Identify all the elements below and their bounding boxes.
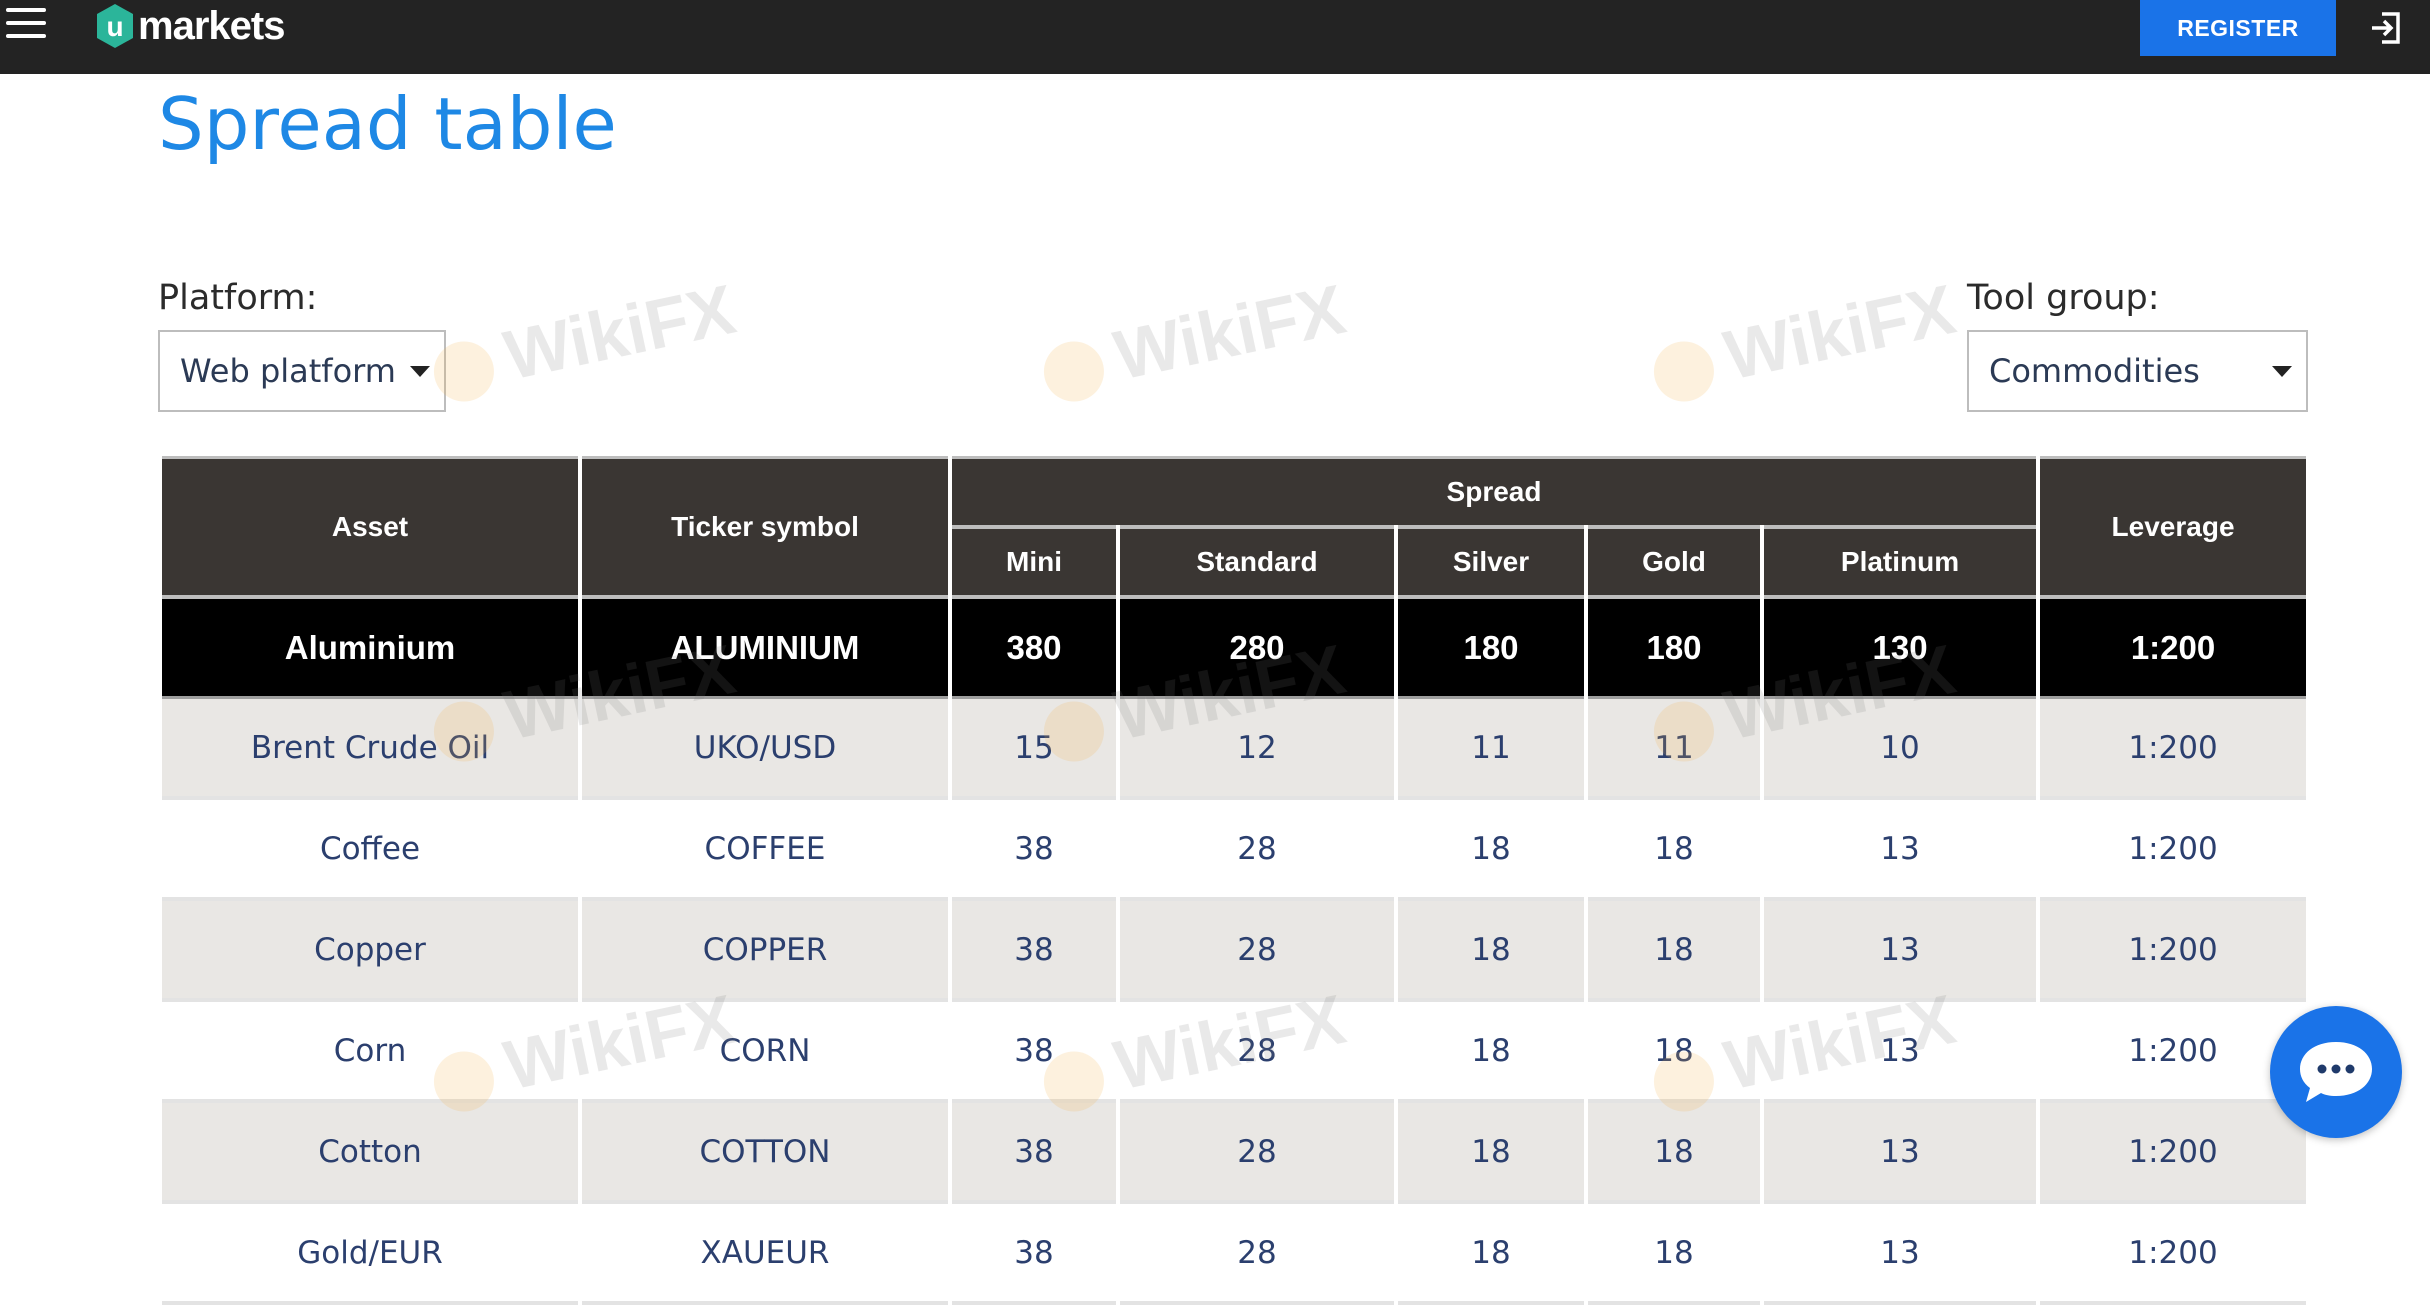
column-header-standard: Standard bbox=[1120, 525, 1394, 599]
cell-silver: 18 bbox=[1398, 800, 1584, 901]
cell-asset: Corn bbox=[162, 1002, 578, 1103]
chat-bubble-icon bbox=[2300, 1042, 2372, 1102]
cell-ticker: COTTON bbox=[582, 1103, 948, 1204]
cell-silver: 180 bbox=[1398, 599, 1584, 699]
cell-leverage: 1:200 bbox=[2040, 699, 2307, 800]
cell-leverage: 1:200 bbox=[2040, 1204, 2307, 1305]
cell-asset: Cotton bbox=[162, 1103, 578, 1204]
top-navigation-bar: u markets REGISTER bbox=[0, 0, 2430, 74]
cell-leverage: 1:200 bbox=[2040, 800, 2307, 901]
cell-mini: 38 bbox=[952, 901, 1116, 1002]
watermark: WikiFX bbox=[1035, 269, 1352, 411]
cell-leverage: 1:200 bbox=[2040, 901, 2307, 1002]
cell-gold: 11 bbox=[1588, 699, 1760, 800]
cell-mini: 38 bbox=[952, 1103, 1116, 1204]
cell-gold: 18 bbox=[1588, 1204, 1760, 1305]
cell-silver: 18 bbox=[1398, 1204, 1584, 1305]
column-header-silver: Silver bbox=[1398, 525, 1584, 599]
column-header-ticker: Ticker symbol bbox=[582, 456, 948, 599]
cell-asset: Coffee bbox=[162, 800, 578, 901]
cell-gold: 180 bbox=[1588, 599, 1760, 699]
cell-leverage: 1:200 bbox=[2040, 599, 2307, 699]
cell-gold: 18 bbox=[1588, 800, 1760, 901]
cell-standard: 280 bbox=[1120, 599, 1394, 699]
table-row[interactable]: Copper COPPER 38 28 18 18 13 1:200 bbox=[162, 901, 2307, 1002]
spread-table: Asset Ticker symbol Spread Leverage Mini… bbox=[158, 456, 2310, 1305]
column-header-asset: Asset bbox=[162, 456, 578, 599]
cell-mini: 38 bbox=[952, 1002, 1116, 1103]
cell-leverage: 1:200 bbox=[2040, 1002, 2307, 1103]
page-title: Spread table bbox=[158, 82, 617, 166]
logo-hexagon-icon: u bbox=[94, 2, 136, 50]
cell-standard: 12 bbox=[1120, 699, 1394, 800]
platform-select-value: Web platform bbox=[180, 352, 396, 390]
cell-platinum: 13 bbox=[1764, 1204, 2037, 1305]
cell-silver: 18 bbox=[1398, 1103, 1584, 1204]
chat-button[interactable] bbox=[2270, 1006, 2402, 1138]
register-button[interactable]: REGISTER bbox=[2140, 0, 2336, 56]
cell-asset: Gold/EUR bbox=[162, 1204, 578, 1305]
cell-platinum: 130 bbox=[1764, 599, 2037, 699]
column-header-spread: Spread bbox=[952, 456, 2037, 525]
cell-gold: 18 bbox=[1588, 1103, 1760, 1204]
cell-gold: 18 bbox=[1588, 901, 1760, 1002]
watermark-logo-icon bbox=[1038, 335, 1110, 407]
watermark: WikiFX bbox=[1645, 269, 1962, 411]
cell-platinum: 13 bbox=[1764, 800, 2037, 901]
cell-standard: 28 bbox=[1120, 1103, 1394, 1204]
cell-ticker: UKO/USD bbox=[582, 699, 948, 800]
table-row[interactable]: Brent Crude Oil UKO/USD 15 12 11 11 10 1… bbox=[162, 699, 2307, 800]
table-row[interactable]: Gold/EUR XAUEUR 38 28 18 18 13 1:200 bbox=[162, 1204, 2307, 1305]
cell-silver: 11 bbox=[1398, 699, 1584, 800]
tool-group-select-value: Commodities bbox=[1989, 352, 2200, 390]
tool-group-select[interactable]: Commodities bbox=[1967, 330, 2308, 412]
logo-text: markets bbox=[138, 3, 285, 48]
cell-mini: 15 bbox=[952, 699, 1116, 800]
cell-mini: 38 bbox=[952, 800, 1116, 901]
cell-silver: 18 bbox=[1398, 901, 1584, 1002]
table-row[interactable]: Corn CORN 38 28 18 18 13 1:200 bbox=[162, 1002, 2307, 1103]
table-row-selected[interactable]: Aluminium ALUMINIUM 380 280 180 180 130 … bbox=[162, 599, 2307, 699]
cell-mini: 38 bbox=[952, 1204, 1116, 1305]
cell-ticker: XAUEUR bbox=[582, 1204, 948, 1305]
cell-mini: 380 bbox=[952, 599, 1116, 699]
cell-ticker: CORN bbox=[582, 1002, 948, 1103]
tool-group-label: Tool group: bbox=[1967, 278, 2160, 318]
cell-silver: 18 bbox=[1398, 1002, 1584, 1103]
table-row[interactable]: Cotton COTTON 38 28 18 18 13 1:200 bbox=[162, 1103, 2307, 1204]
hamburger-menu-icon[interactable] bbox=[6, 8, 46, 46]
cell-standard: 28 bbox=[1120, 901, 1394, 1002]
chevron-down-icon bbox=[2272, 365, 2292, 377]
cell-ticker: ALUMINIUM bbox=[582, 599, 948, 699]
watermark: WikiFX bbox=[425, 269, 742, 411]
cell-ticker: COFFEE bbox=[582, 800, 948, 901]
cell-asset: Copper bbox=[162, 901, 578, 1002]
login-icon[interactable] bbox=[2368, 10, 2404, 46]
umarkets-logo[interactable]: u markets bbox=[94, 0, 285, 52]
cell-ticker: COPPER bbox=[582, 901, 948, 1002]
platform-label: Platform: bbox=[158, 278, 318, 318]
cell-asset: Aluminium bbox=[162, 599, 578, 699]
column-header-gold: Gold bbox=[1588, 525, 1760, 599]
column-header-leverage: Leverage bbox=[2040, 456, 2307, 599]
watermark-logo-icon bbox=[1648, 335, 1720, 407]
chevron-down-icon bbox=[410, 365, 430, 377]
column-header-platinum: Platinum bbox=[1764, 525, 2037, 599]
logo-letter: u bbox=[106, 11, 123, 42]
column-header-mini: Mini bbox=[952, 525, 1116, 599]
cell-platinum: 13 bbox=[1764, 1103, 2037, 1204]
platform-select[interactable]: Web platform bbox=[158, 330, 446, 412]
cell-gold: 18 bbox=[1588, 1002, 1760, 1103]
table-row[interactable]: Coffee COFFEE 38 28 18 18 13 1:200 bbox=[162, 800, 2307, 901]
cell-standard: 28 bbox=[1120, 1002, 1394, 1103]
cell-standard: 28 bbox=[1120, 800, 1394, 901]
cell-standard: 28 bbox=[1120, 1204, 1394, 1305]
cell-platinum: 13 bbox=[1764, 901, 2037, 1002]
cell-platinum: 10 bbox=[1764, 699, 2037, 800]
cell-platinum: 13 bbox=[1764, 1002, 2037, 1103]
cell-leverage: 1:200 bbox=[2040, 1103, 2307, 1204]
cell-asset: Brent Crude Oil bbox=[162, 699, 578, 800]
